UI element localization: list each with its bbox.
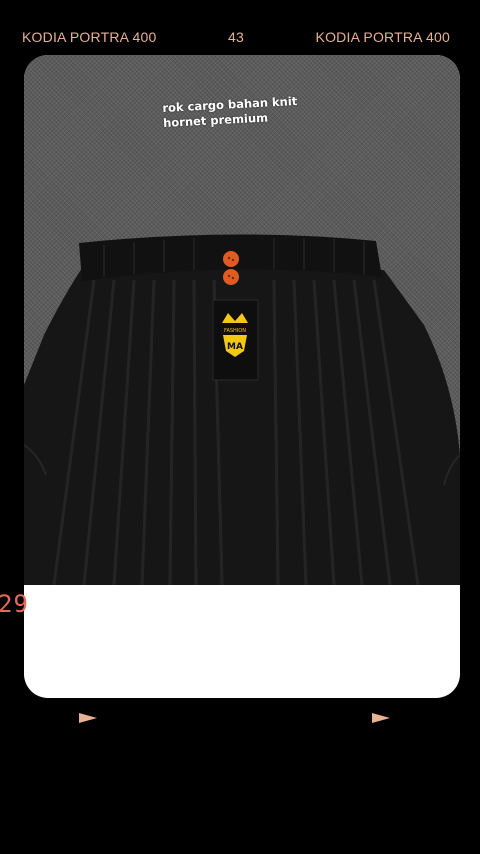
film-brand-left: KODIA PORTRA 400	[22, 29, 157, 45]
play-arrow-icon	[79, 713, 97, 723]
film-brand-right: KODIA PORTRA 400	[315, 29, 450, 45]
photo-frame: FASHION MA rok cargo bahan knit hornet p…	[24, 55, 460, 698]
film-header: KODIA PORTRA 400 43 KODIA PORTRA 400	[0, 26, 480, 50]
skirt-illustration: FASHION MA	[24, 234, 460, 585]
svg-text:FASHION: FASHION	[224, 328, 246, 334]
svg-text:MA: MA	[227, 342, 243, 352]
product-photo: FASHION MA rok cargo bahan knit hornet p…	[24, 55, 460, 585]
frame-number: 43	[228, 29, 244, 45]
play-arrow-icon	[372, 713, 390, 723]
frame-counter: 29	[0, 590, 29, 618]
